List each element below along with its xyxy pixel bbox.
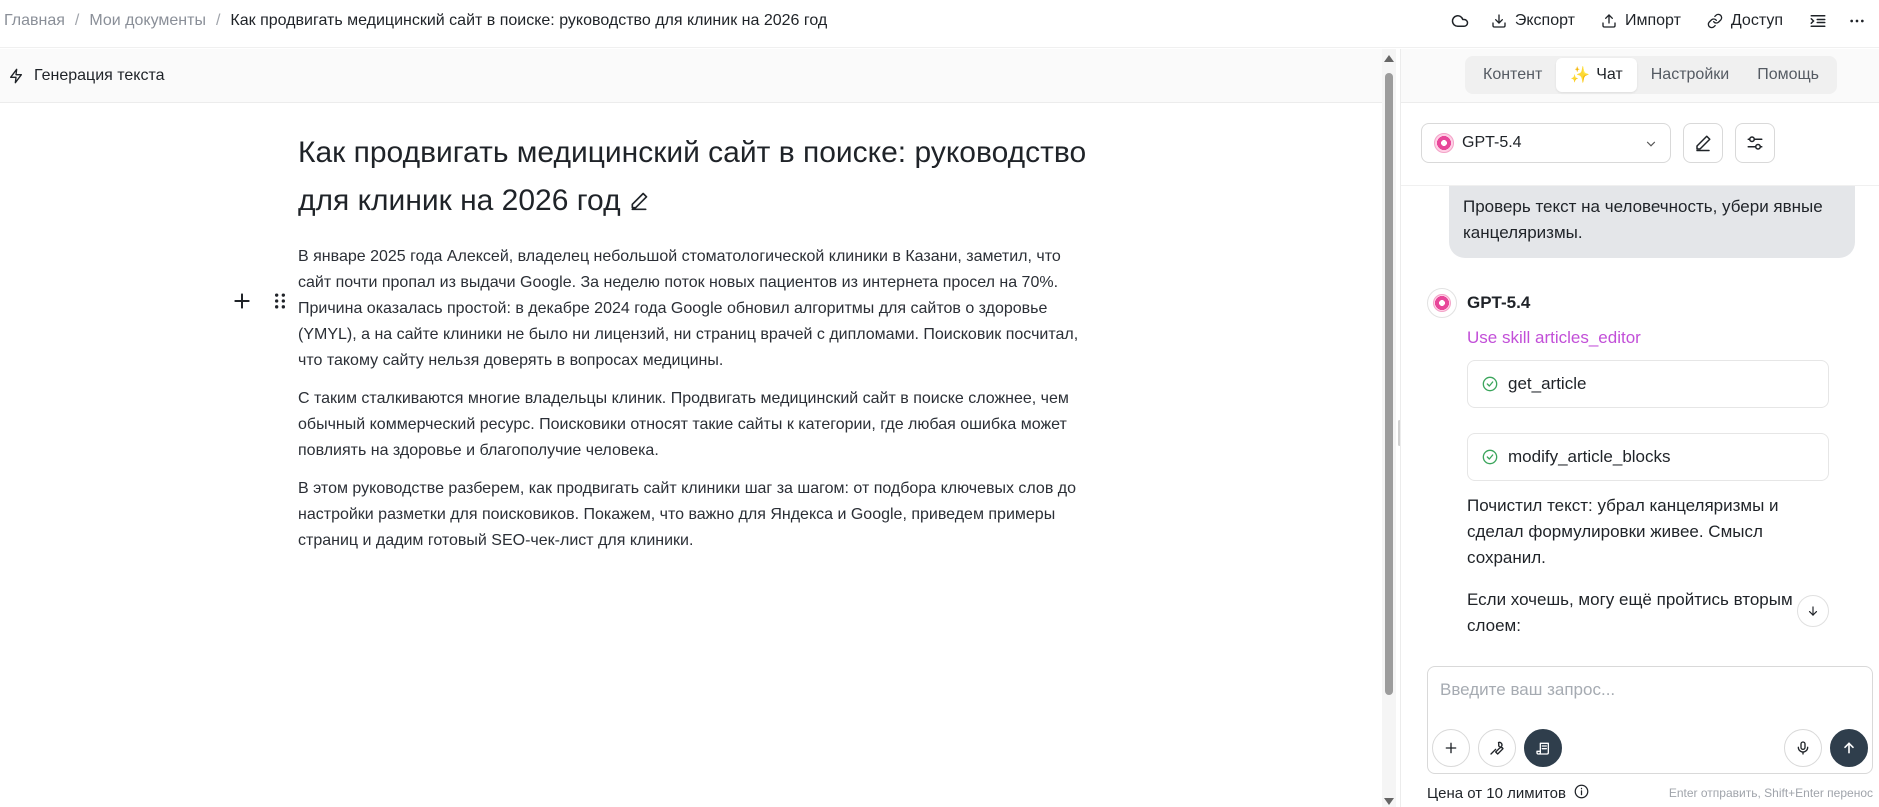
assistant-message: GPT-5.4 Use skill articles_editor get_ar…	[1427, 288, 1847, 639]
paragraph[interactable]: В январе 2025 года Алексей, владелец неб…	[298, 244, 1098, 374]
tool-call[interactable]: modify_article_blocks	[1467, 433, 1829, 481]
access-label: Доступ	[1730, 12, 1783, 29]
model-select-value: GPT-5.4	[1462, 134, 1522, 151]
breadcrumb-home[interactable]: Главная	[4, 12, 65, 30]
assistant-text: Почистил текст: убрал канцеляризмы и сде…	[1467, 496, 1779, 567]
microphone-icon	[1797, 741, 1809, 755]
panel-header: Контент ✨ Чат Настройки Помощь	[1401, 49, 1879, 103]
arrow-down-icon	[1808, 606, 1818, 616]
editor-area: Генерация текста Как продвигать медицинс…	[0, 49, 1382, 807]
check-circle-icon	[1482, 376, 1498, 392]
chevron-down-icon	[1644, 137, 1658, 156]
price-info: Цена от 10 лимитов	[1427, 784, 1589, 803]
pen-icon	[1696, 135, 1711, 152]
side-panel: Контент ✨ Чат Настройки Помощь GPT-5.4 П…	[1400, 49, 1879, 807]
breadcrumb-docs[interactable]: Мои документы	[89, 12, 206, 30]
sliders-icon	[1747, 136, 1763, 150]
export-label: Экспорт	[1514, 12, 1575, 29]
article-context-button[interactable]	[1524, 729, 1562, 767]
breadcrumb: Главная / Мои документы / Как продвигать…	[4, 0, 827, 42]
download-icon	[1492, 14, 1506, 28]
edit-button[interactable]	[1683, 123, 1723, 163]
list-indent-icon[interactable]	[1809, 12, 1827, 30]
price-label: Цена от 10 лимитов	[1427, 784, 1566, 802]
paragraph[interactable]: С таким сталкиваются многие владельцы кл…	[298, 386, 1098, 464]
tab-content[interactable]: Контент	[1469, 59, 1556, 91]
assistant-text: Если хочешь, могу ещё пройтись вторым сл…	[1467, 590, 1793, 635]
scroll-thumb[interactable]	[1385, 73, 1393, 695]
breadcrumb-current: Как продвигать медицинский сайт в поиске…	[230, 12, 828, 29]
drag-handle-icon[interactable]	[270, 291, 290, 316]
attach-button[interactable]	[1432, 729, 1470, 767]
import-label: Импорт	[1624, 12, 1681, 29]
document-title[interactable]: Как продвигать медицинский сайт в поиске…	[298, 129, 1098, 226]
scroll-icon	[1536, 742, 1549, 755]
chat-settings-button[interactable]	[1735, 123, 1775, 163]
wrench-icon	[1490, 741, 1504, 755]
tab-chat-label: Чат	[1596, 66, 1623, 83]
plus-icon	[1445, 742, 1457, 754]
scroll-to-bottom-button[interactable]	[1797, 595, 1829, 627]
document-title-text: Как продвигать медицинский сайт в поиске…	[298, 136, 1087, 217]
panel-tabs: Контент ✨ Чат Настройки Помощь	[1465, 56, 1837, 94]
top-actions: Экспорт Импорт Доступ	[1451, 0, 1879, 42]
tool-call-name: get_article	[1508, 374, 1587, 393]
arrow-up-icon	[1844, 742, 1854, 754]
openai-logo-icon	[1433, 294, 1451, 312]
link-icon	[1707, 13, 1723, 29]
chat-composer	[1427, 666, 1873, 774]
access-button[interactable]: Доступ	[1707, 12, 1783, 30]
more-horizontal-icon[interactable]	[1849, 13, 1865, 29]
export-button[interactable]: Экспорт	[1491, 12, 1575, 30]
check-circle-icon	[1482, 449, 1498, 465]
tool-call[interactable]: get_article	[1467, 360, 1829, 408]
chat-thread[interactable]: Проверь текст на человечность, убери явн…	[1401, 185, 1879, 647]
lightning-icon	[10, 68, 22, 83]
keyboard-hint: Enter отправить, Shift+Enter перенос	[1668, 786, 1873, 800]
user-message: Проверь текст на человечность, убери явн…	[1449, 186, 1855, 258]
avatar	[1427, 288, 1457, 318]
text-generation-bar[interactable]: Генерация текста	[0, 49, 1382, 103]
top-bar: Главная / Мои документы / Как продвигать…	[0, 0, 1879, 48]
scroll-up-arrow[interactable]	[1384, 55, 1394, 62]
chat-input[interactable]	[1440, 677, 1860, 703]
text-generation-label: Генерация текста	[34, 66, 165, 84]
sparkles-icon: ✨	[1570, 67, 1591, 84]
block-tools	[232, 291, 290, 316]
add-block-icon[interactable]	[232, 291, 252, 316]
tool-call-name: modify_article_blocks	[1508, 447, 1671, 466]
openai-logo-icon	[1434, 133, 1454, 153]
voice-input-button[interactable]	[1784, 729, 1822, 767]
cloud-icon[interactable]	[1451, 12, 1469, 30]
skill-link[interactable]: Use skill articles_editor	[1467, 328, 1847, 348]
tab-chat[interactable]: ✨ Чат	[1556, 58, 1637, 92]
upload-icon	[1602, 14, 1616, 28]
tab-settings[interactable]: Настройки	[1637, 59, 1743, 91]
composer-footer: Цена от 10 лимитов Enter отправить, Shif…	[1427, 783, 1873, 803]
scroll-down-arrow[interactable]	[1384, 798, 1394, 805]
info-icon[interactable]	[1574, 784, 1589, 803]
import-button[interactable]: Импорт	[1601, 12, 1681, 30]
assistant-header: GPT-5.4	[1427, 288, 1847, 318]
document-body: Как продвигать медицинский сайт в поиске…	[298, 129, 1098, 554]
send-button[interactable]	[1830, 729, 1868, 767]
model-select[interactable]: GPT-5.4	[1421, 123, 1671, 163]
breadcrumb-separator: /	[215, 12, 221, 29]
tools-button[interactable]	[1478, 729, 1516, 767]
editor-scrollbar[interactable]	[1382, 49, 1396, 807]
tab-help[interactable]: Помощь	[1743, 59, 1833, 91]
model-row: GPT-5.4	[1421, 123, 1775, 163]
paragraph[interactable]: В этом руководстве разберем, как продвиг…	[298, 476, 1098, 554]
assistant-name: GPT-5.4	[1467, 293, 1531, 312]
edit-title-icon[interactable]	[629, 178, 649, 226]
breadcrumb-separator: /	[74, 12, 80, 29]
